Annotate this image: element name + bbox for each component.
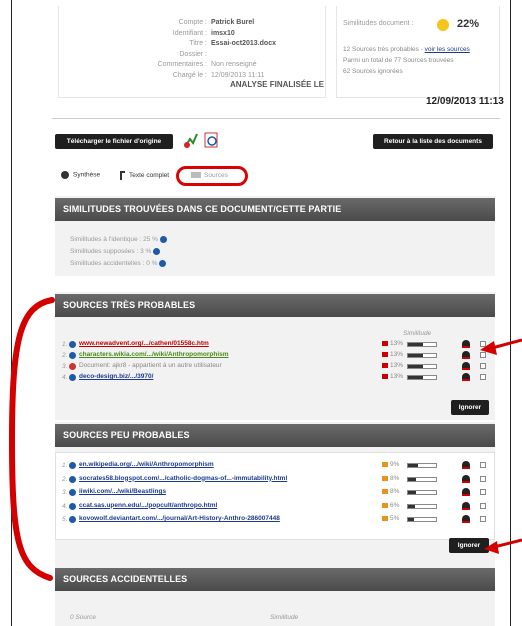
red-arrowhead-2 bbox=[484, 541, 499, 554]
red-arrow-1 bbox=[491, 338, 522, 350]
red-arrow-2 bbox=[493, 538, 522, 549]
red-annotation-overlay bbox=[8, 297, 522, 581]
red-arrowhead-1 bbox=[480, 341, 497, 355]
red-bracket-annotation bbox=[8, 297, 55, 581]
